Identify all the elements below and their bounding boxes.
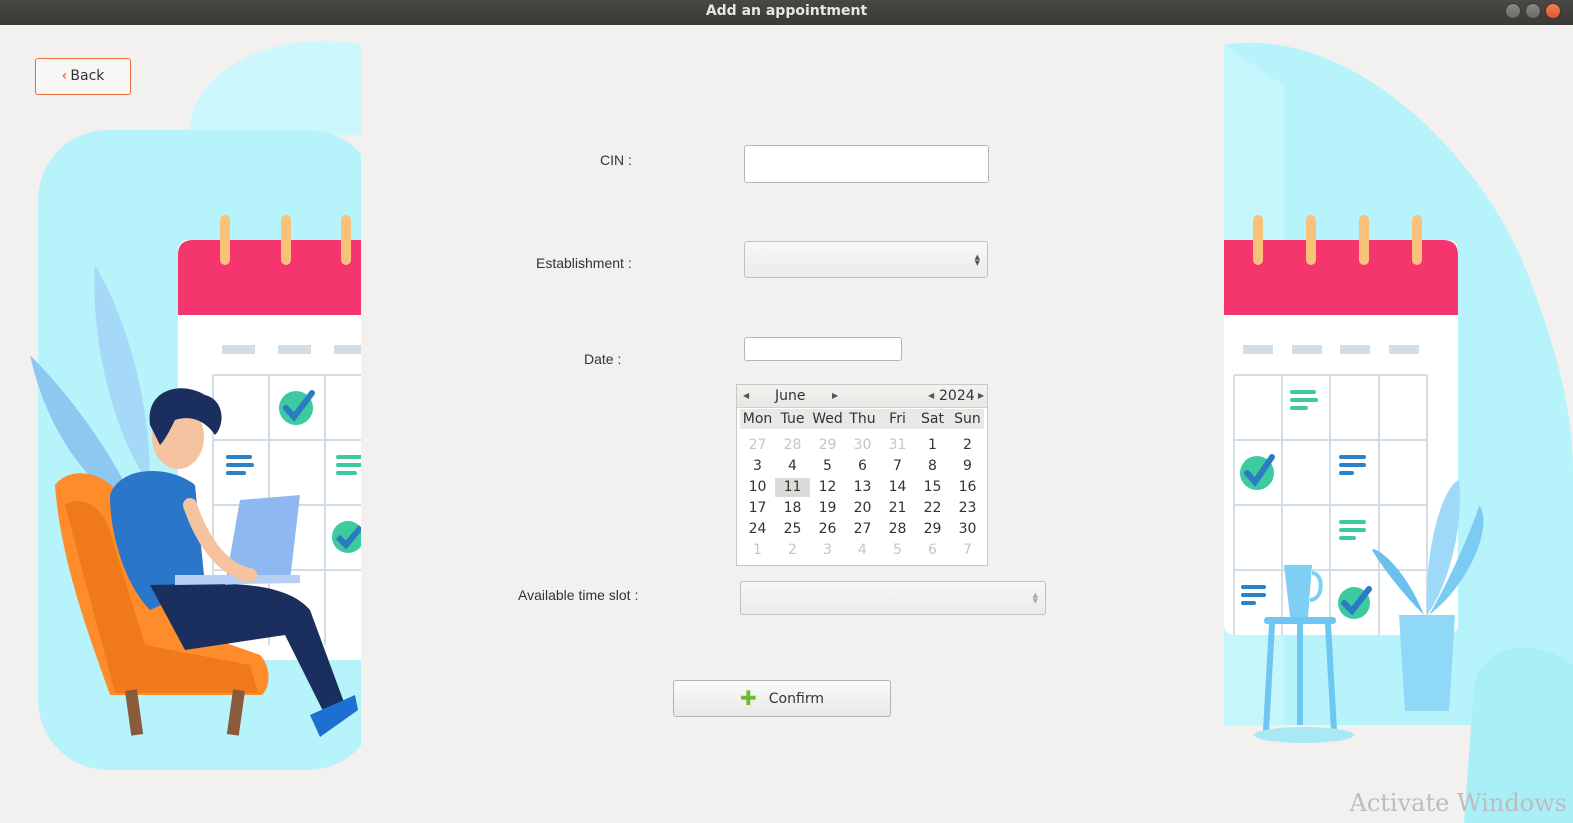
prev-year-icon[interactable]: ◀ [928, 391, 934, 400]
calendar-day[interactable]: 26 [810, 520, 845, 539]
weekday-label: Sat [921, 411, 944, 427]
calendar-day[interactable]: 17 [740, 499, 775, 518]
window-title: Add an appointment [705, 3, 868, 19]
cin-input[interactable] [744, 145, 989, 183]
date-input[interactable] [744, 337, 902, 361]
illustration-left [0, 25, 361, 823]
calendar-day[interactable]: 16 [950, 478, 985, 497]
next-month-icon[interactable]: ▶ [832, 391, 838, 400]
calendar-day[interactable]: 2 [950, 436, 985, 455]
appointment-form: CIN : Establishment : ▲ ▼ Date : ◀ June ▶… [361, 25, 1224, 823]
calendar-day[interactable]: 9 [950, 457, 985, 476]
calendar-day[interactable]: 29 [915, 520, 950, 539]
window-titlebar: Add an appointment [0, 0, 1573, 25]
weekday-label: Mon [742, 411, 773, 427]
chevron-left-icon: ‹ [61, 68, 68, 84]
select-arrows-icon: ▲ ▼ [974, 252, 980, 267]
weekday-label: Wed [812, 411, 843, 427]
calendar-day[interactable]: 19 [810, 499, 845, 518]
calendar-day[interactable]: 5 [880, 541, 915, 560]
calendar-day[interactable]: 28 [775, 436, 810, 455]
minimize-button[interactable] [1505, 3, 1521, 19]
back-button-label: Back [70, 68, 105, 84]
calendar-day[interactable]: 28 [880, 520, 915, 539]
calendar-day[interactable]: 4 [845, 541, 880, 560]
calendar-day[interactable]: 30 [950, 520, 985, 539]
calendar-day[interactable]: 2 [775, 541, 810, 560]
establishment-select[interactable]: ▲ ▼ [744, 241, 988, 278]
calendar-day[interactable]: 4 [775, 457, 810, 476]
time-slot-select[interactable]: ▲ ▼ [740, 581, 1046, 615]
calendar-year: 2024 [939, 388, 975, 404]
confirm-button-label: Confirm [768, 691, 824, 707]
calendar-header: ◀ June ▶ ◀ 2024 ▶ [737, 385, 987, 408]
calendar-day[interactable]: 20 [845, 499, 880, 518]
weekday-header: Mon Tue Wed Thu Fri Sat Sun [740, 409, 984, 429]
back-button[interactable]: ‹ Back [35, 58, 131, 95]
calendar-day[interactable]: 23 [950, 499, 985, 518]
date-calendar[interactable]: ◀ June ▶ ◀ 2024 ▶ Mon Tue Wed Thu Fri Sat Sun … [736, 384, 988, 566]
close-button[interactable] [1545, 3, 1561, 19]
calendar-day[interactable]: 27 [845, 520, 880, 539]
calendar-day[interactable]: 1 [740, 541, 775, 560]
calendar-day[interactable]: 31 [880, 436, 915, 455]
calendar-day[interactable]: 13 [845, 478, 880, 497]
activation-watermark: Activate Windows [1349, 789, 1568, 817]
next-year-icon[interactable]: ▶ [978, 391, 984, 400]
calendar-day[interactable]: 3 [740, 457, 775, 476]
calendar-day[interactable]: 10 [740, 478, 775, 497]
calendar-day[interactable]: 24 [740, 520, 775, 539]
select-arrows-icon: ▲ ▼ [1032, 591, 1038, 605]
calendar-day[interactable]: 5 [810, 457, 845, 476]
calendar-day[interactable]: 29 [810, 436, 845, 455]
calendar-day[interactable]: 7 [950, 541, 985, 560]
calendar-day[interactable]: 14 [880, 478, 915, 497]
illustration-right [1224, 25, 1573, 823]
calendar-day[interactable]: 11 [775, 478, 810, 497]
confirm-button[interactable]: ✚ Confirm [673, 680, 891, 717]
establishment-label: Establishment : [536, 255, 632, 271]
weekday-label: Tue [780, 411, 805, 427]
plus-icon: ✚ [740, 686, 757, 710]
cin-label: CIN : [600, 152, 632, 168]
calendar-day[interactable]: 27 [740, 436, 775, 455]
calendar-day[interactable]: 15 [915, 478, 950, 497]
calendar-day[interactable]: 6 [845, 457, 880, 476]
weekday-label: Sun [954, 411, 981, 427]
calendar-day[interactable]: 18 [775, 499, 810, 518]
window-content: ‹ Back CIN : Establishment : ▲ ▼ Date : ◀ … [0, 25, 1573, 823]
calendar-day[interactable]: 8 [915, 457, 950, 476]
calendar-day[interactable]: 6 [915, 541, 950, 560]
date-label: Date : [584, 351, 622, 367]
calendar-day[interactable]: 22 [915, 499, 950, 518]
time-slot-label: Available time slot : [518, 587, 639, 603]
calendar-day[interactable]: 25 [775, 520, 810, 539]
weekday-label: Fri [889, 411, 906, 427]
calendar-day[interactable]: 7 [880, 457, 915, 476]
maximize-button[interactable] [1525, 3, 1541, 19]
calendar-month: June [775, 388, 806, 404]
calendar-day[interactable]: 3 [810, 541, 845, 560]
prev-month-icon[interactable]: ◀ [743, 391, 749, 400]
calendar-day[interactable]: 30 [845, 436, 880, 455]
calendar-day[interactable]: 1 [915, 436, 950, 455]
calendar-day[interactable]: 21 [880, 499, 915, 518]
calendar-day[interactable]: 12 [810, 478, 845, 497]
weekday-label: Thu [849, 411, 876, 427]
